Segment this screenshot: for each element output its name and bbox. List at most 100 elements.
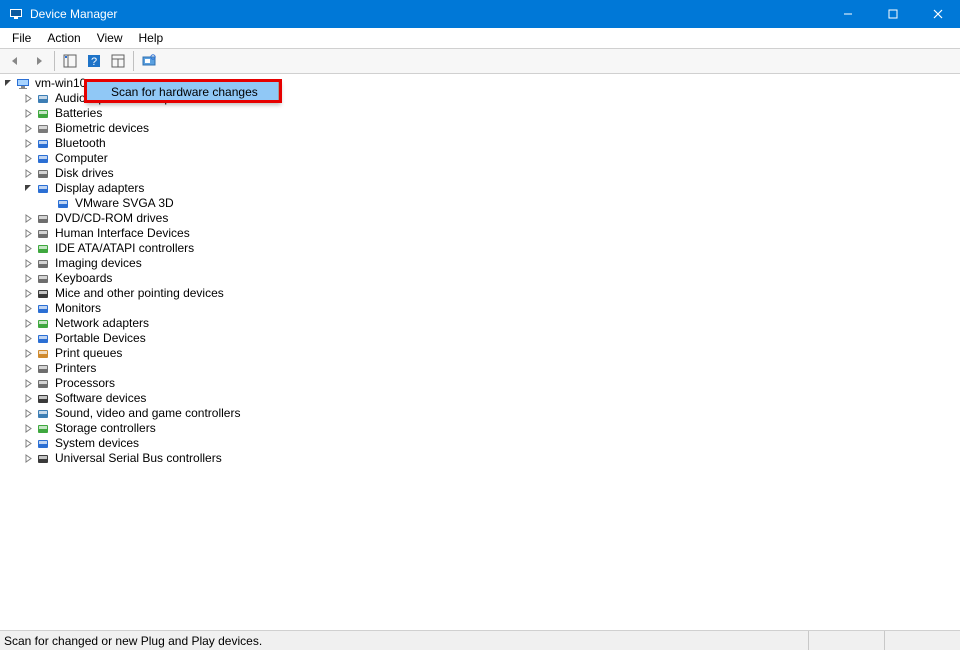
tree-category-label: Universal Serial Bus controllers	[55, 451, 222, 466]
tree-category[interactable]: Imaging devices	[0, 256, 960, 271]
expand-arrow-icon[interactable]	[22, 288, 34, 300]
device-category-icon	[35, 166, 51, 182]
expand-arrow-icon[interactable]	[22, 423, 34, 435]
tree-category[interactable]: Human Interface Devices	[0, 226, 960, 241]
expand-arrow-icon[interactable]	[22, 333, 34, 345]
expand-arrow-icon[interactable]	[22, 228, 34, 240]
expand-arrow-icon[interactable]	[22, 138, 34, 150]
tree-category-label: Human Interface Devices	[55, 226, 190, 241]
tree-category[interactable]: Network adapters	[0, 316, 960, 331]
help-button[interactable]: ?	[83, 50, 105, 72]
back-button[interactable]	[4, 50, 26, 72]
tree-category[interactable]: Disk drives	[0, 166, 960, 181]
device-category-icon	[35, 181, 51, 197]
tree-category[interactable]: Mice and other pointing devices	[0, 286, 960, 301]
expand-arrow-icon[interactable]	[2, 78, 14, 90]
status-text: Scan for changed or new Plug and Play de…	[4, 634, 808, 648]
tree-category[interactable]: System devices	[0, 436, 960, 451]
tree-root-label: vm-win10	[35, 76, 86, 91]
tree-category-label: Batteries	[55, 106, 102, 121]
tree-category[interactable]: Printers	[0, 361, 960, 376]
device-category-icon	[35, 361, 51, 377]
expand-arrow-icon[interactable]	[22, 123, 34, 135]
expand-arrow-icon[interactable]	[22, 453, 34, 465]
device-category-icon	[35, 271, 51, 287]
expand-arrow-icon[interactable]	[22, 153, 34, 165]
expand-arrow-icon[interactable]	[22, 363, 34, 375]
scan-hardware-button[interactable]	[138, 50, 160, 72]
device-category-icon	[35, 346, 51, 362]
maximize-button[interactable]	[870, 0, 915, 28]
show-hide-button[interactable]	[59, 50, 81, 72]
device-category-icon	[35, 121, 51, 137]
tree-category[interactable]: Display adapters	[0, 181, 960, 196]
computer-icon	[15, 76, 31, 92]
expand-arrow-icon[interactable]	[22, 318, 34, 330]
expand-arrow-icon[interactable]	[22, 408, 34, 420]
tree-category[interactable]: Processors	[0, 376, 960, 391]
tree-category[interactable]: Print queues	[0, 346, 960, 361]
forward-button[interactable]	[28, 50, 50, 72]
device-category-icon	[35, 286, 51, 302]
minimize-button[interactable]	[825, 0, 870, 28]
properties-button[interactable]	[107, 50, 129, 72]
tree-device[interactable]: VMware SVGA 3D	[0, 196, 960, 211]
expand-arrow-icon[interactable]	[22, 393, 34, 405]
expand-arrow-icon[interactable]	[22, 168, 34, 180]
menu-help[interactable]: Help	[131, 29, 172, 47]
tree-category-label: Processors	[55, 376, 115, 391]
expand-arrow-icon[interactable]	[22, 183, 34, 195]
tree-category[interactable]: Universal Serial Bus controllers	[0, 451, 960, 466]
tree-category[interactable]: Software devices	[0, 391, 960, 406]
device-tree[interactable]: vm-win10Audio inputs and outputsBatterie…	[0, 74, 960, 630]
menu-item-scan-hardware[interactable]: Scan for hardware changes	[85, 82, 278, 102]
device-category-icon	[35, 211, 51, 227]
tree-category-label: System devices	[55, 436, 139, 451]
status-cell	[808, 631, 884, 650]
menu-action[interactable]: Action	[39, 29, 88, 47]
device-category-icon	[35, 331, 51, 347]
tree-category[interactable]: Monitors	[0, 301, 960, 316]
menu-view[interactable]: View	[89, 29, 131, 47]
window-title: Device Manager	[30, 7, 825, 21]
tree-category[interactable]: Portable Devices	[0, 331, 960, 346]
expand-arrow-icon[interactable]	[22, 438, 34, 450]
device-category-icon	[35, 406, 51, 422]
close-button[interactable]	[915, 0, 960, 28]
tree-device-label: VMware SVGA 3D	[75, 196, 174, 211]
tree-category-label: Sound, video and game controllers	[55, 406, 240, 421]
tree-category[interactable]: DVD/CD-ROM drives	[0, 211, 960, 226]
window-controls	[825, 0, 960, 28]
tree-category[interactable]: Batteries	[0, 106, 960, 121]
expand-arrow-icon[interactable]	[22, 258, 34, 270]
tree-category-label: Mice and other pointing devices	[55, 286, 224, 301]
expand-arrow-icon[interactable]	[22, 108, 34, 120]
expand-arrow-icon[interactable]	[22, 213, 34, 225]
tree-category-label: Monitors	[55, 301, 101, 316]
expand-arrow-icon[interactable]	[22, 303, 34, 315]
device-category-icon	[35, 376, 51, 392]
tree-category-label: Network adapters	[55, 316, 149, 331]
tree-category[interactable]: Biometric devices	[0, 121, 960, 136]
tree-category[interactable]: Computer	[0, 151, 960, 166]
device-category-icon	[35, 301, 51, 317]
expand-arrow-icon[interactable]	[22, 378, 34, 390]
device-category-icon	[35, 316, 51, 332]
tree-category-label: Biometric devices	[55, 121, 149, 136]
expand-arrow-icon[interactable]	[22, 243, 34, 255]
tree-category[interactable]: Keyboards	[0, 271, 960, 286]
menu-file[interactable]: File	[4, 29, 39, 47]
tree-category[interactable]: IDE ATA/ATAPI controllers	[0, 241, 960, 256]
device-category-icon	[35, 391, 51, 407]
expand-arrow-icon[interactable]	[22, 93, 34, 105]
toolbar-separator	[54, 51, 55, 71]
tree-category[interactable]: Bluetooth	[0, 136, 960, 151]
expand-arrow-icon[interactable]	[22, 348, 34, 360]
tree-category-label: IDE ATA/ATAPI controllers	[55, 241, 194, 256]
device-category-icon	[35, 436, 51, 452]
titlebar: Device Manager	[0, 0, 960, 28]
tree-category[interactable]: Storage controllers	[0, 421, 960, 436]
tree-category[interactable]: Sound, video and game controllers	[0, 406, 960, 421]
device-category-icon	[35, 256, 51, 272]
expand-arrow-icon[interactable]	[22, 273, 34, 285]
